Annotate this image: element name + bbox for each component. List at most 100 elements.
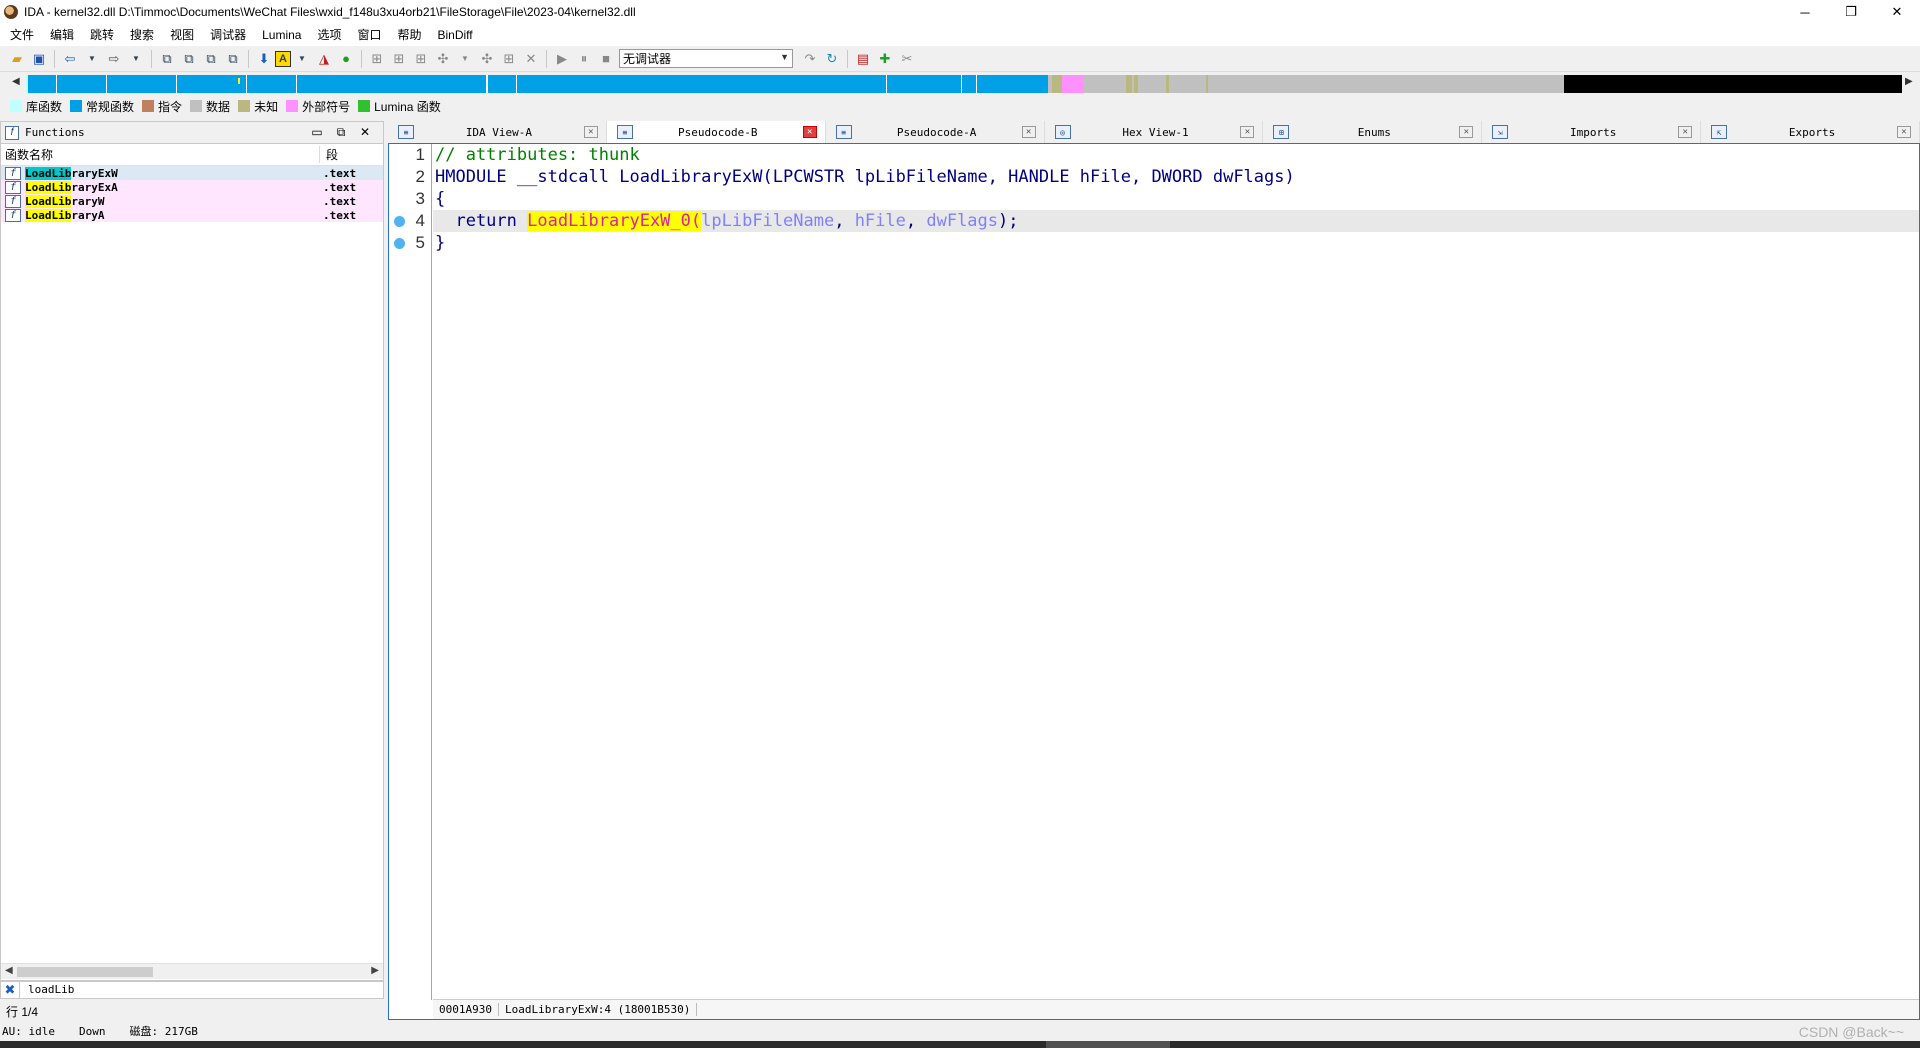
search-text-icon[interactable]: ⧉ bbox=[178, 48, 200, 70]
minimize-button[interactable]: ─ bbox=[1782, 0, 1828, 24]
stop-icon[interactable]: ■ bbox=[595, 48, 617, 70]
step-into-icon[interactable]: ↷ bbox=[799, 48, 821, 70]
run-icon[interactable]: ▶ bbox=[551, 48, 573, 70]
tab-close-icon[interactable]: ✕ bbox=[1240, 126, 1255, 138]
plugin-2-icon[interactable]: ✚ bbox=[874, 48, 896, 70]
delete-icon[interactable]: ✕ bbox=[520, 48, 542, 70]
jump-down-icon[interactable]: ⬇ bbox=[253, 48, 275, 70]
tool-4-dropdown-icon[interactable]: ▼ bbox=[454, 48, 476, 70]
search-sequence-icon[interactable]: ⧉ bbox=[156, 48, 178, 70]
menu-help[interactable]: 帮助 bbox=[389, 24, 429, 46]
menu-debugger[interactable]: 调试器 bbox=[202, 24, 254, 46]
menu-file[interactable]: 文件 bbox=[2, 24, 42, 46]
navigation-band[interactable]: ◀ ▶ bbox=[0, 72, 1920, 96]
tab-imports[interactable]: ⇲ Imports ✕ bbox=[1482, 121, 1702, 143]
legend-label: Lumina 函数 bbox=[374, 99, 441, 114]
forward-dropdown-icon[interactable]: ▼ bbox=[125, 48, 147, 70]
tool-6-icon[interactable]: ⊞ bbox=[498, 48, 520, 70]
nav-right-arrow-icon[interactable]: ▶ bbox=[1905, 76, 1913, 87]
column-function-name[interactable]: 函数名称 bbox=[1, 146, 319, 163]
maximize-button[interactable]: ❐ bbox=[1828, 0, 1874, 24]
breakpoint-dot-icon[interactable] bbox=[394, 216, 405, 227]
lumina-icon[interactable]: ● bbox=[335, 48, 357, 70]
arg-hfile[interactable]: hFile bbox=[855, 211, 906, 231]
tab-close-icon[interactable]: ✕ bbox=[802, 126, 817, 138]
forward-icon[interactable]: ⇨ bbox=[103, 48, 125, 70]
tool-2-icon[interactable]: ⊞ bbox=[388, 48, 410, 70]
legend-swatch bbox=[286, 100, 299, 112]
code-line-signature[interactable]: HMODULE __stdcall LoadLibraryExW(LPCWSTR… bbox=[433, 166, 1919, 188]
panel-float-icon[interactable]: ⧉ bbox=[329, 125, 353, 140]
save-icon[interactable]: ▣ bbox=[28, 48, 50, 70]
tab-enums[interactable]: ⊞ Enums ✕ bbox=[1263, 121, 1483, 143]
search-next-icon[interactable]: ⧉ bbox=[222, 48, 244, 70]
back-dropdown-icon[interactable]: ▼ bbox=[81, 48, 103, 70]
tool-3-icon[interactable]: ⊞ bbox=[410, 48, 432, 70]
graph-icon[interactable]: ◮ bbox=[313, 48, 335, 70]
pause-icon[interactable]: ⏸ bbox=[573, 48, 595, 70]
code-line-close-brace[interactable]: } bbox=[433, 232, 1919, 254]
back-icon[interactable]: ⇦ bbox=[59, 48, 81, 70]
code-area[interactable]: // attributes: thunk HMODULE __stdcall L… bbox=[433, 144, 1919, 254]
text-color-dropdown-icon[interactable]: ▼ bbox=[291, 48, 313, 70]
debugger-select[interactable]: 无调试器 ▼ bbox=[619, 49, 793, 68]
scrollbar-thumb[interactable] bbox=[17, 967, 153, 977]
function-row[interactable]: f LoadLibraryW .text bbox=[1, 194, 383, 208]
function-segment: .text bbox=[323, 208, 357, 222]
menu-jump[interactable]: 跳转 bbox=[82, 24, 122, 46]
scroll-right-icon[interactable]: ▶ bbox=[371, 965, 379, 976]
menu-search[interactable]: 搜索 bbox=[122, 24, 162, 46]
tab-close-icon[interactable]: ✕ bbox=[583, 126, 598, 138]
arg-separator: , bbox=[905, 211, 927, 231]
menu-bindiff[interactable]: BinDiff bbox=[430, 24, 481, 46]
menu-windows[interactable]: 窗口 bbox=[349, 24, 389, 46]
navigation-band-map[interactable] bbox=[26, 75, 1902, 93]
arg-lplibfilename[interactable]: lpLibFileName bbox=[701, 211, 834, 231]
panel-maximize-icon[interactable]: ▭ bbox=[305, 125, 329, 140]
code-line-return[interactable]: return LoadLibraryExW_0(lpLibFileName, h… bbox=[433, 210, 1919, 232]
tool-1-icon[interactable]: ⊞ bbox=[366, 48, 388, 70]
menu-view[interactable]: 视图 bbox=[162, 24, 202, 46]
filter-input[interactable]: loadLib bbox=[19, 982, 383, 998]
tool-4-icon[interactable]: ✣ bbox=[432, 48, 454, 70]
pseudocode-view[interactable]: 1 2 3 4 5 // attributes: thunk HMODULE _… bbox=[388, 143, 1920, 1020]
panel-close-icon[interactable]: ✕ bbox=[353, 125, 377, 140]
plugin-1-icon[interactable]: ▤ bbox=[852, 48, 874, 70]
text-color-icon[interactable]: A bbox=[275, 50, 291, 67]
arg-dwflags[interactable]: dwFlags bbox=[926, 211, 998, 231]
tab-pseudocode-b[interactable]: ≡ Pseudocode-B ✕ bbox=[606, 121, 826, 143]
code-line-open-brace[interactable]: { bbox=[433, 188, 1919, 210]
search-binary-icon[interactable]: ⧉ bbox=[200, 48, 222, 70]
open-file-icon[interactable]: ▰ bbox=[6, 48, 28, 70]
tab-close-icon[interactable]: ✕ bbox=[1678, 126, 1693, 138]
tab-close-icon[interactable]: ✕ bbox=[1459, 126, 1474, 138]
function-row[interactable]: f LoadLibraryExA .text bbox=[1, 180, 383, 194]
horizontal-scrollbar[interactable]: ◀ ▶ bbox=[1, 963, 383, 979]
step-over-icon[interactable]: ↻ bbox=[821, 48, 843, 70]
scroll-left-icon[interactable]: ◀ bbox=[5, 965, 13, 976]
function-name-match: LoadLib bbox=[25, 166, 72, 180]
tab-exports[interactable]: ⇱ Exports ✕ bbox=[1701, 121, 1920, 143]
column-segment[interactable]: 段 bbox=[319, 146, 338, 163]
code-line-comment[interactable]: // attributes: thunk bbox=[433, 144, 1919, 166]
functions-column-header: 函数名称 段 bbox=[1, 144, 383, 166]
plugin-3-icon[interactable]: ✂ bbox=[896, 48, 918, 70]
tool-5-icon[interactable]: ✣ bbox=[476, 48, 498, 70]
menu-lumina[interactable]: Lumina bbox=[254, 24, 309, 46]
close-button[interactable]: ✕ bbox=[1874, 0, 1920, 24]
menu-options[interactable]: 选项 bbox=[309, 24, 349, 46]
function-row[interactable]: f LoadLibraryExW .text bbox=[1, 166, 383, 180]
tab-pseudocode-a[interactable]: ≡ Pseudocode-A ✕ bbox=[826, 121, 1045, 143]
menu-edit[interactable]: 编辑 bbox=[42, 24, 82, 46]
call-target[interactable]: LoadLibraryExW_0 bbox=[527, 211, 691, 231]
legend-swatch bbox=[238, 100, 251, 112]
clear-filter-icon[interactable]: ✖ bbox=[1, 982, 19, 998]
tab-close-icon[interactable]: ✕ bbox=[1021, 126, 1036, 138]
tab-hex-view-1[interactable]: ◎ Hex View-1 ✕ bbox=[1045, 121, 1264, 143]
nav-left-arrow-icon[interactable]: ◀ bbox=[12, 76, 20, 87]
menu-bar: 文件 编辑 跳转 搜索 视图 调试器 Lumina 选项 窗口 帮助 BinDi… bbox=[0, 24, 1920, 46]
tab-ida-view-a[interactable]: ≡ IDA View-A ✕ bbox=[388, 121, 607, 143]
breakpoint-dot-icon[interactable] bbox=[394, 238, 405, 249]
tab-close-icon[interactable]: ✕ bbox=[1897, 126, 1912, 138]
function-row[interactable]: f LoadLibraryA .text bbox=[1, 208, 383, 222]
